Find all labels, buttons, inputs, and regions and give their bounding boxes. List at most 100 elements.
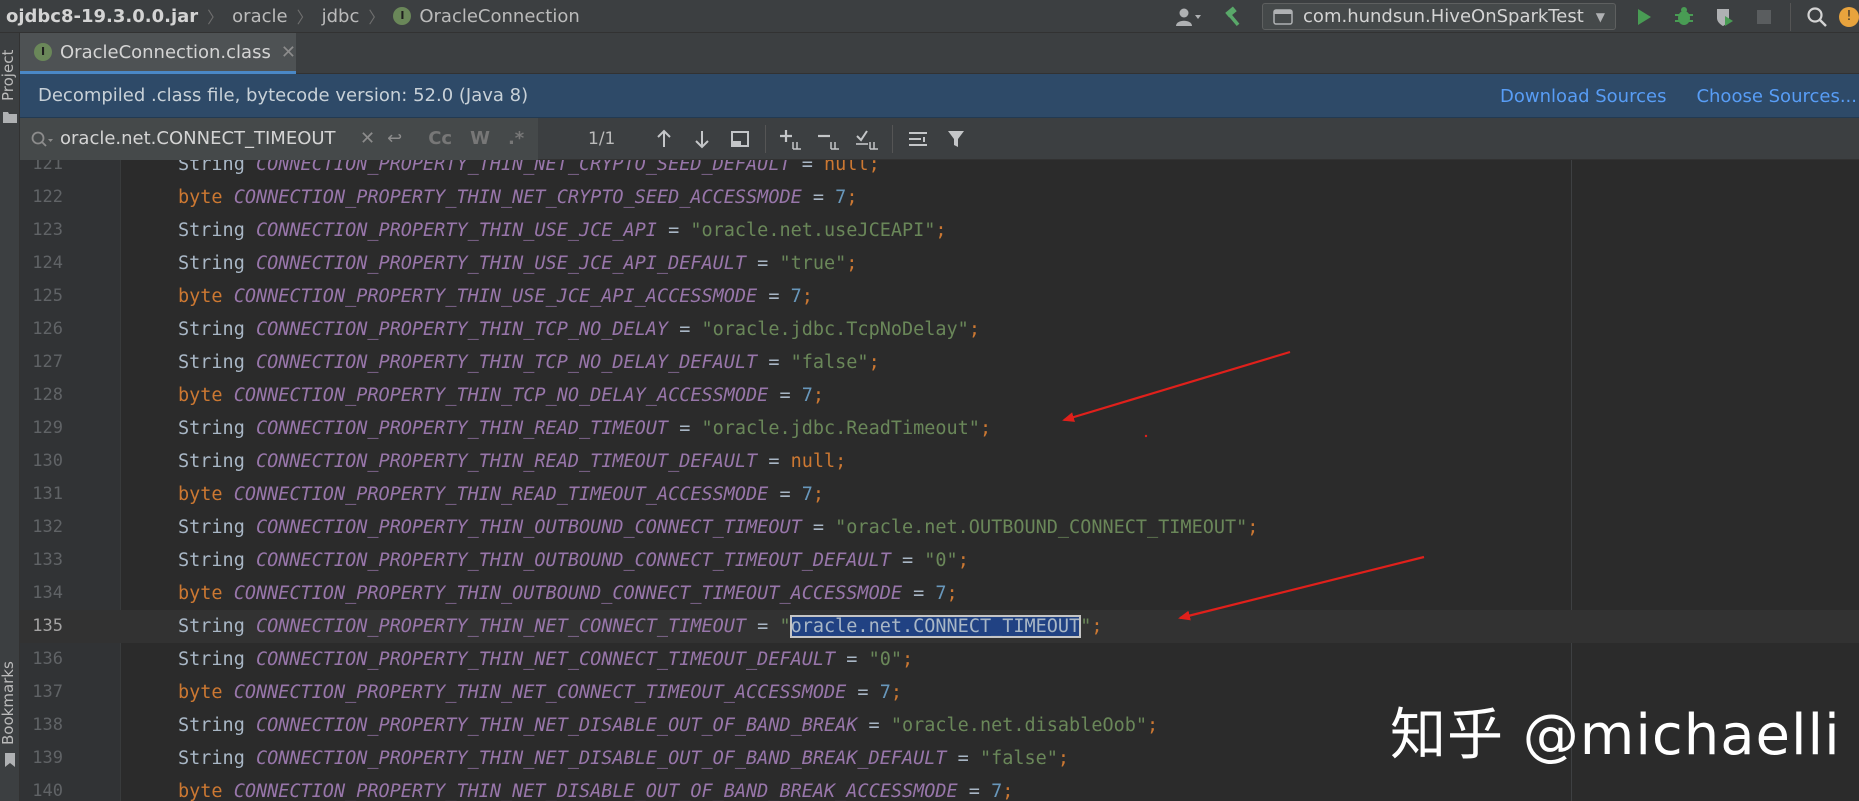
hammer-icon (1225, 5, 1240, 26)
run-configuration-select[interactable]: com.hundsun.HiveOnSparkTest ▼ (1262, 3, 1616, 30)
breadcrumb-jar[interactable]: ojdbc8-19.3.0.0.jar (6, 6, 198, 27)
code-line[interactable]: 126 String CONNECTION_PROPERTY_THIN_TCP_N… (20, 313, 1859, 346)
open-in-window-button[interactable] (721, 118, 759, 160)
banner-message: Decompiled .class file, bytecode version… (38, 85, 529, 106)
line-number: 126 (32, 319, 63, 339)
value-literal: "true" (779, 253, 847, 274)
value-literal: "oracle.jdbc.ReadTimeout" (701, 418, 980, 439)
type-token: String (178, 649, 245, 670)
code-line[interactable]: 125 byte CONNECTION_PROPERTY_THIN_USE_JCE… (20, 280, 1859, 313)
code-line[interactable]: 129 String CONNECTION_PROPERTY_THIN_READ_… (20, 412, 1859, 445)
line-number: 137 (32, 682, 63, 702)
download-sources-link[interactable]: Download Sources (1500, 86, 1666, 107)
code-line[interactable]: 132 String CONNECTION_PROPERTY_THIN_OUTBO… (20, 511, 1859, 544)
find-input[interactable] (60, 128, 350, 149)
search-everywhere-button[interactable] (1797, 0, 1837, 33)
code-text: String CONNECTION_PROPERTY_THIN_NET_DISA… (178, 715, 1159, 736)
code-text: byte CONNECTION_PROPERTY_THIN_NET_CRYPTO… (178, 187, 858, 208)
type-token: String (178, 715, 245, 736)
notification-area[interactable]: ! (1837, 0, 1859, 33)
field-name: CONNECTION_PROPERTY_THIN_TCP_NO_DELAY_AC… (233, 385, 769, 406)
new-line-icon[interactable]: ↩ (387, 128, 402, 149)
select-all-occurrences-button[interactable] (848, 118, 886, 160)
find-divider (765, 124, 767, 153)
search-match-highlight: oracle.net.CONNECT_TIMEOUT (789, 615, 1082, 638)
build-button[interactable] (1214, 0, 1254, 33)
code-line[interactable]: 135 String CONNECTION_PROPERTY_THIN_NET_C… (20, 610, 1859, 643)
code-line[interactable]: 131 byte CONNECTION_PROPERTY_THIN_READ_TI… (20, 478, 1859, 511)
banner-actions: Download Sources Choose Sources... (1500, 74, 1859, 118)
search-icon (1807, 6, 1827, 27)
left-tool-window-strip: Project Bookmarks (0, 33, 20, 801)
code-text: String CONNECTION_PROPERTY_THIN_OUTBOUND… (178, 517, 1259, 538)
value-literal: "oracle.jdbc.TcpNoDelay" (701, 319, 969, 340)
code-line[interactable]: 140 byte CONNECTION_PROPERTY_THIN_NET_DIS… (20, 775, 1859, 801)
type-token: String (178, 418, 245, 439)
filter-lines-button[interactable] (899, 118, 937, 160)
toolbar-divider (1790, 2, 1791, 31)
tab-oracleconnection-class[interactable]: I OracleConnection.class ✕ (20, 33, 296, 74)
code-text: byte CONNECTION_PROPERTY_THIN_OUTBOUND_C… (178, 583, 958, 604)
close-icon[interactable]: ✕ (281, 42, 296, 63)
code-text: String CONNECTION_PROPERTY_THIN_READ_TIM… (178, 451, 847, 472)
search-history-icon[interactable] (30, 130, 54, 148)
arrow-up-icon (657, 129, 672, 147)
code-line[interactable]: 128 byte CONNECTION_PROPERTY_THIN_TCP_NO_… (20, 379, 1859, 412)
choose-sources-link[interactable]: Choose Sources... (1696, 86, 1857, 107)
run-config-icon (1273, 8, 1293, 25)
project-tool-window-button[interactable]: Project (0, 50, 17, 101)
coverage-icon (1717, 8, 1733, 26)
field-name: CONNECTION_PROPERTY_THIN_READ_TIMEOUT_DE… (255, 451, 758, 472)
breadcrumb-class-label: OracleConnection (419, 5, 580, 27)
value-literal: "oracle.net.disableOob" (890, 715, 1148, 736)
stop-button[interactable] (1744, 0, 1784, 33)
breadcrumb-separator-icon: 〉 (368, 8, 385, 27)
type-token: String (178, 160, 245, 175)
code-line[interactable]: 123 String CONNECTION_PROPERTY_THIN_USE_J… (20, 214, 1859, 247)
add-occurrence-button[interactable] (772, 118, 810, 160)
type-token: byte (178, 385, 223, 406)
tab-label: OracleConnection.class (60, 41, 271, 63)
words-toggle[interactable]: W (470, 128, 490, 149)
value-literal: "oracle.net.useJCEAPI" (690, 220, 936, 241)
line-number: 133 (32, 550, 63, 570)
filter-button[interactable] (937, 118, 975, 160)
type-token: byte (178, 484, 223, 505)
code-line[interactable]: 124 String CONNECTION_PROPERTY_THIN_USE_J… (20, 247, 1859, 280)
code-line[interactable]: 134 byte CONNECTION_PROPERTY_THIN_OUTBOUN… (20, 577, 1859, 610)
clear-search-icon[interactable]: ✕ (360, 128, 375, 149)
match-case-toggle[interactable]: Cc (428, 128, 452, 149)
remove-occurrence-button[interactable] (810, 118, 848, 160)
type-token: String (178, 220, 245, 241)
breadcrumb-package-jdbc[interactable]: jdbc (322, 6, 360, 27)
value-literal: 7 (790, 286, 802, 307)
regex-toggle[interactable]: .* (508, 128, 524, 149)
line-number: 130 (32, 451, 63, 471)
user-button[interactable] (1164, 0, 1214, 33)
breadcrumb-package-oracle[interactable]: oracle (232, 6, 287, 27)
value-literal: null (790, 451, 836, 472)
code-text: byte CONNECTION_PROPERTY_THIN_USE_JCE_AP… (178, 286, 813, 307)
next-occurrence-button[interactable] (683, 118, 721, 160)
value-literal: "0" (868, 649, 902, 670)
field-name: CONNECTION_PROPERTY_THIN_NET_DISABLE_OUT… (255, 715, 858, 736)
previous-occurrence-button[interactable] (645, 118, 683, 160)
run-button[interactable] (1624, 0, 1664, 33)
code-line[interactable]: 130 String CONNECTION_PROPERTY_THIN_READ_… (20, 445, 1859, 478)
run-icon (1638, 8, 1651, 25)
breadcrumb-class[interactable]: I OracleConnection (393, 5, 580, 27)
user-icon (1176, 8, 1202, 26)
code-line[interactable]: 133 String CONNECTION_PROPERTY_THIN_OUTBO… (20, 544, 1859, 577)
debug-button[interactable] (1664, 0, 1704, 33)
bookmarks-tool-window-button[interactable]: Bookmarks (0, 661, 17, 745)
code-line[interactable]: 127 String CONNECTION_PROPERTY_THIN_TCP_N… (20, 346, 1859, 379)
code-line[interactable]: 121 String CONNECTION_PROPERTY_THIN_NET_C… (20, 160, 1859, 181)
coverage-button[interactable] (1704, 0, 1744, 33)
code-line[interactable]: 136 String CONNECTION_PROPERTY_THIN_NET_C… (20, 643, 1859, 676)
code-line[interactable]: 122 byte CONNECTION_PROPERTY_THIN_NET_CRY… (20, 181, 1859, 214)
code-text: String CONNECTION_PROPERTY_THIN_TCP_NO_D… (178, 319, 980, 340)
breadcrumb-separator-icon: 〉 (296, 8, 313, 27)
line-number: 132 (32, 517, 63, 537)
type-token: byte (178, 682, 223, 703)
window-icon (731, 130, 750, 147)
